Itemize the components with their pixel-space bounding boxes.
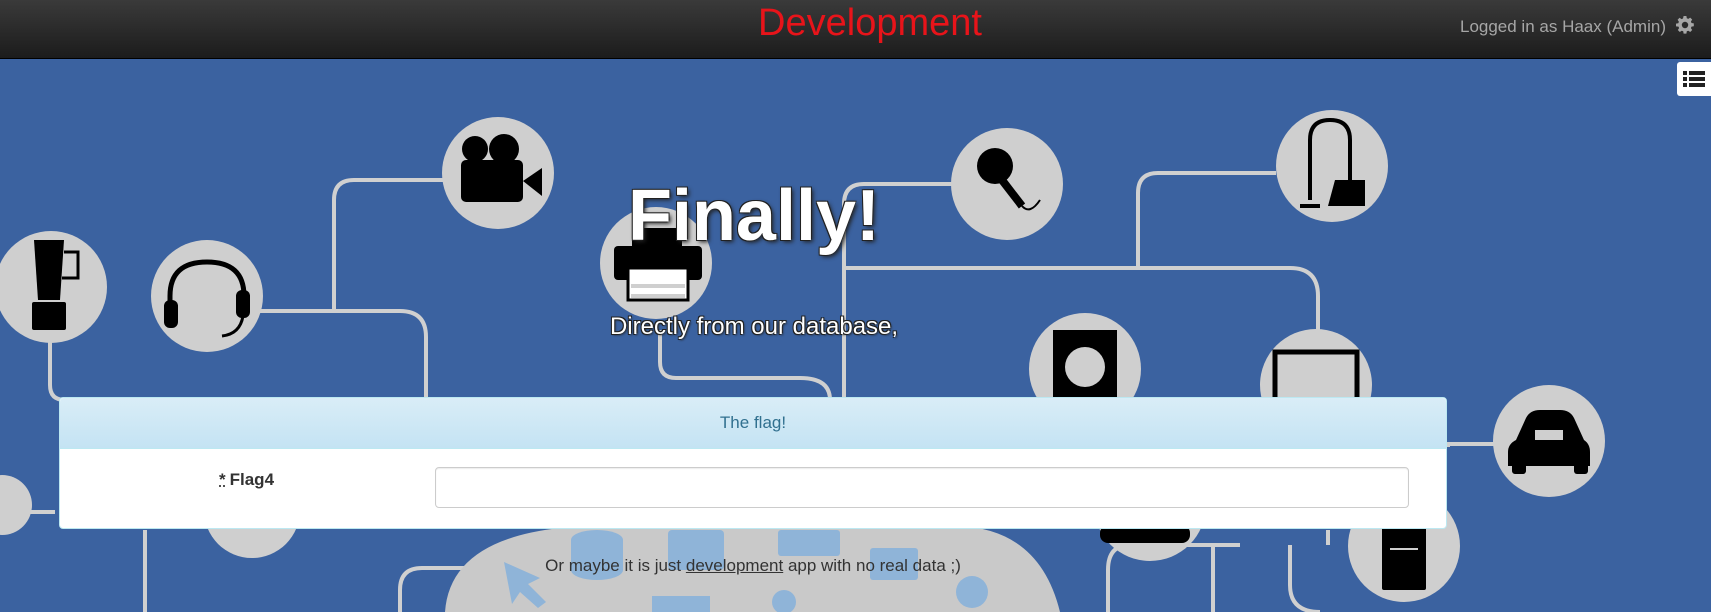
required-mark: * [219,470,226,489]
hero-subtitle: Directly from our database, [0,313,1508,341]
footer-note: Or maybe it is just development app with… [0,556,1506,576]
brand-title[interactable]: Development [0,2,1711,45]
side-panel-toggle[interactable] [1677,62,1711,96]
gear-icon[interactable] [1675,15,1695,35]
list-icon [1677,62,1711,96]
development-link[interactable]: development [686,556,783,575]
footer-text-after: app with no real data ;) [783,556,961,575]
logged-in-user[interactable]: Logged in as Haax (Admin) [1460,17,1666,37]
flag4-label: * Flag4 [219,470,274,490]
top-navbar: Development Logged in as Haax (Admin) [0,0,1711,59]
panel-heading: The flag! [60,398,1446,449]
footer-text-before: Or maybe it is just [545,556,686,575]
flag-panel: The flag! * Flag4 [59,397,1447,529]
flag4-label-text: Flag4 [230,470,274,489]
flag4-input[interactable] [435,467,1409,508]
hero-title: Finally! [0,175,1508,257]
